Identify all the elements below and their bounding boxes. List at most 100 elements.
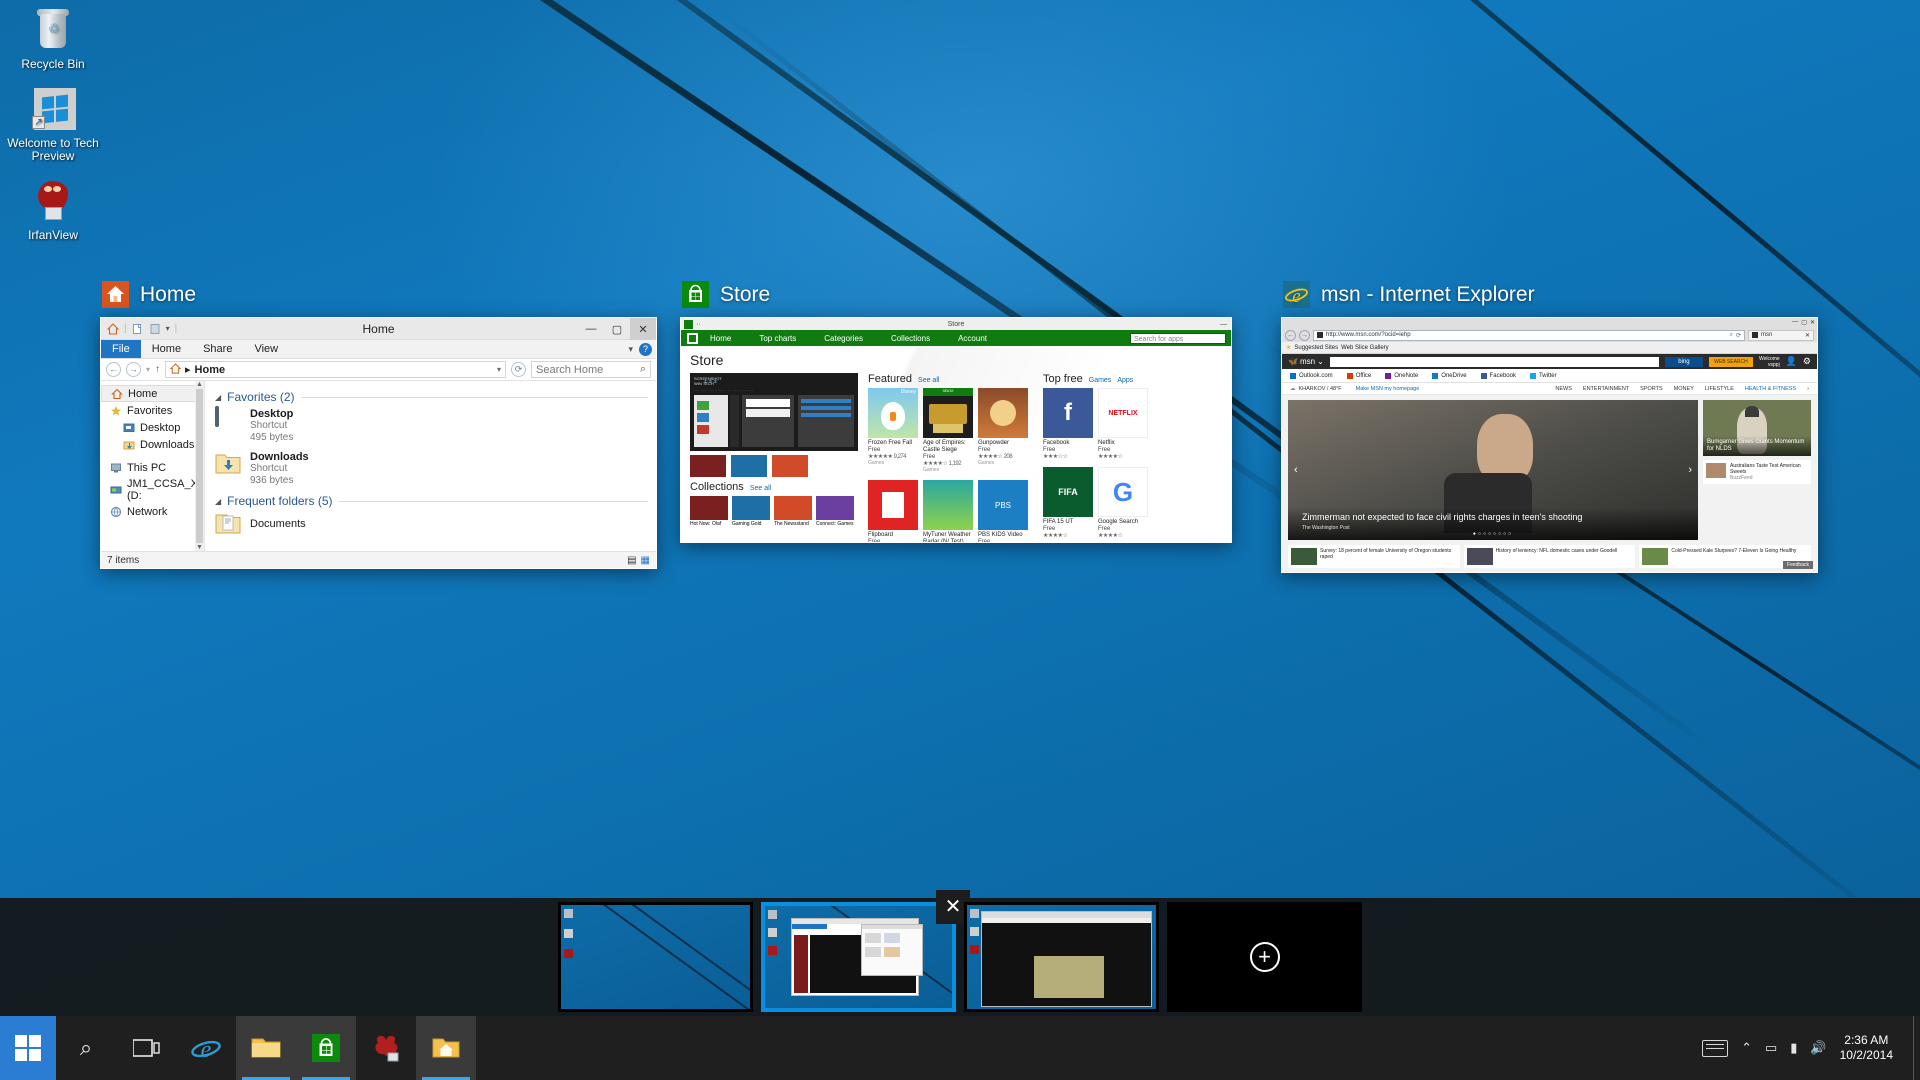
virtual-desktop-2[interactable]: ✕: [761, 902, 956, 1012]
msn-cat-health-fitness[interactable]: HEALTH & FITNESS: [1745, 386, 1796, 392]
msn-homepage-link[interactable]: Make MSN my homepage: [1356, 386, 1420, 392]
up-button[interactable]: ↑: [155, 364, 160, 375]
ribbon-tab-share[interactable]: Share: [192, 340, 243, 358]
carousel-dots[interactable]: ●○○○○○○○: [1473, 531, 1513, 537]
store-app-tile[interactable]: f Facebook Free ★★★☆☆: [1043, 388, 1093, 460]
msn-link-onenote[interactable]: OneNote: [1385, 373, 1418, 379]
store-app-tile[interactable]: Flipboard Free ★★★★☆: [868, 480, 918, 542]
msn-cat-lifestyle[interactable]: LIFESTYLE: [1705, 386, 1734, 392]
msn-side-card[interactable]: Bumgarner Gives Giants Momentum for NLDS: [1703, 400, 1811, 456]
explorer-navigation-pane[interactable]: Home Favorites Desktop Downloads This PC: [101, 381, 205, 551]
show-hidden-icons-icon[interactable]: ⌃: [1741, 1040, 1752, 1056]
store-app-tile[interactable]: G Google Search Free ★★★★☆: [1098, 467, 1148, 539]
path-segment-home[interactable]: Home: [195, 364, 226, 376]
web-search-button[interactable]: WEB SEARCH: [1709, 357, 1753, 367]
store-app-tile[interactable]: Disney Frozen Free Fall Free ★★★★★ 9,274…: [868, 388, 918, 473]
collection-art[interactable]: [816, 496, 854, 520]
msn-search-input[interactable]: [1330, 357, 1659, 367]
address-path-field[interactable]: ▸ Home ▾: [165, 361, 506, 378]
store-nav-collections[interactable]: Collections: [891, 334, 930, 343]
internet-explorer-button[interactable]: e: [176, 1016, 236, 1080]
store-search-input[interactable]: Search for apps: [1130, 333, 1226, 344]
explorer-window-controls[interactable]: — ▢ ✕: [578, 318, 656, 340]
virtual-desktop-3[interactable]: [964, 902, 1159, 1012]
msn-service-links[interactable]: Outlook.com Office OneNote OneDrive Face…: [1282, 369, 1817, 383]
collection-art[interactable]: [690, 496, 728, 520]
scroll-up-icon[interactable]: ▲: [196, 381, 203, 388]
msn-link-facebook[interactable]: Facebook: [1481, 373, 1516, 379]
collection-art[interactable]: [774, 496, 812, 520]
nav-item-drive[interactable]: JM1_CCSA_X6 (D:: [101, 481, 204, 498]
collection-tile-art[interactable]: [772, 455, 808, 477]
favorite-web-slice-gallery[interactable]: Web Slice Gallery: [1341, 345, 1389, 351]
favorite-suggested-sites[interactable]: Suggested Sites: [1294, 345, 1338, 351]
refresh-button[interactable]: ⟳: [511, 362, 526, 377]
ie-navigation-bar[interactable]: ← → http://www.msn.com/?ocid=iehp ⌕ ⟳ ms…: [1282, 328, 1817, 342]
volume-icon[interactable]: 🔊: [1810, 1040, 1826, 1056]
store-nav-home[interactable]: Home: [710, 334, 731, 343]
msn-cat-entertainment[interactable]: ENTERTAINMENT: [1583, 386, 1629, 392]
plus-icon[interactable]: +: [1250, 942, 1280, 972]
explorer-nav-scrollbar[interactable]: ▲ ▼: [195, 381, 204, 551]
msn-side-row[interactable]: Australians Taste Test American Sweets B…: [1703, 460, 1811, 484]
desktop-icon-recycle-bin[interactable]: ♲ Recycle Bin: [6, 6, 100, 71]
store-nav-top-charts[interactable]: Top charts: [759, 334, 796, 343]
group-header-favorites[interactable]: ◢ Favorites (2): [215, 390, 648, 404]
store-app-tile[interactable]: Gunpowder Free ★★★★☆ 208 Games: [978, 388, 1028, 473]
search-button[interactable]: ⌕: [56, 1016, 116, 1080]
store-nav-categories[interactable]: Categories: [824, 334, 863, 343]
store-hero-panel[interactable]: SCREENSHOT WIN TECH ···· ····· ···· ·· ·…: [690, 373, 858, 542]
nav-item-desktop[interactable]: Desktop: [101, 419, 204, 436]
store-app-tile[interactable]: PBS PBS KIDS Video Free ★★★★☆: [978, 480, 1028, 542]
desktop-icon-irfanview[interactable]: IrfanView: [6, 177, 100, 242]
collapse-triangle-icon[interactable]: ◢: [215, 497, 221, 506]
store-button[interactable]: [296, 1016, 356, 1080]
nav-item-downloads[interactable]: Downloads: [101, 436, 204, 453]
favorites-star-icon[interactable]: ★: [1286, 344, 1291, 351]
msn-feedback-button[interactable]: Feedback: [1783, 561, 1813, 569]
desktop-icon-welcome-tech-preview[interactable]: ↗ Welcome to Tech Preview: [6, 85, 100, 163]
explorer-window-thumbnail[interactable]: | ▾ | Home — ▢ ✕ File Home Share View: [100, 317, 657, 569]
file-list-item[interactable]: Downloads Shortcut 936 bytes: [215, 451, 648, 487]
maximize-button[interactable]: ▢: [604, 318, 630, 340]
ie-url-text[interactable]: http://www.msn.com/?ocid=iehp: [1326, 332, 1411, 338]
ie-address-bar[interactable]: http://www.msn.com/?ocid=iehp ⌕ ⟳: [1313, 330, 1745, 341]
msn-logo[interactable]: 🦋 msn ⌄: [1288, 357, 1324, 366]
show-desktop-button[interactable]: [1913, 1016, 1920, 1080]
explorer-address-bar[interactable]: ← → ▾ ↑ ▸ Home ▾ ⟳ Search Home ⌕: [101, 359, 656, 381]
network-icon[interactable]: ▮: [1790, 1040, 1797, 1056]
forward-button[interactable]: →: [1299, 330, 1310, 341]
msn-cat-next-icon[interactable]: ›: [1807, 386, 1809, 392]
nav-item-network[interactable]: Network: [101, 503, 204, 520]
back-button[interactable]: ←: [106, 362, 121, 377]
msn-link-onedrive[interactable]: OneDrive: [1432, 373, 1466, 379]
account-avatar-icon[interactable]: 👤: [1786, 356, 1797, 367]
action-center-icon[interactable]: ▭: [1765, 1040, 1777, 1056]
store-nav-account[interactable]: Account: [958, 334, 987, 343]
address-dropdown-icon[interactable]: ▾: [497, 365, 501, 374]
ie-window-thumbnail[interactable]: — ▢ ✕ ← → http://www.msn.com/?ocid=iehp …: [1281, 317, 1818, 573]
back-button[interactable]: ←: [1285, 330, 1296, 341]
explorer-view-buttons[interactable]: ▤ ▦: [627, 555, 650, 566]
explorer-window-button[interactable]: [416, 1016, 476, 1080]
ribbon-tab-home[interactable]: Home: [141, 340, 192, 358]
collection-art[interactable]: [732, 496, 770, 520]
msn-bottom-item[interactable]: History of leniency: NFL domestic cases …: [1464, 545, 1636, 568]
ie-favorites-bar[interactable]: ★ Suggested Sites Web Slice Gallery: [1282, 342, 1817, 354]
taskview-window-ie[interactable]: e msn - Internet Explorer — ▢ ✕ ← → http…: [1281, 281, 1818, 573]
ie-window-controls[interactable]: — ▢ ✕: [1792, 319, 1815, 326]
ie-tab[interactable]: msn ✕: [1748, 330, 1814, 341]
large-icons-view-icon[interactable]: ▦: [641, 555, 650, 566]
msn-cat-news[interactable]: NEWS: [1555, 386, 1572, 392]
ribbon-collapse-icon[interactable]: ▾: [628, 344, 633, 355]
nav-item-this-pc[interactable]: This PC: [101, 459, 204, 476]
msn-link-office[interactable]: Office: [1347, 373, 1372, 379]
store-app-tile[interactable]: NETFLIX Netflix Free ★★★★☆: [1098, 388, 1148, 460]
close-tab-icon[interactable]: ✕: [1805, 332, 1810, 339]
virtual-desktop-1[interactable]: [558, 902, 753, 1012]
forward-button[interactable]: →: [126, 362, 141, 377]
gear-icon[interactable]: ⚙: [1803, 356, 1811, 367]
msn-user-info[interactable]: Welcome vsppj: [1759, 356, 1780, 368]
irfanview-button[interactable]: [356, 1016, 416, 1080]
collection-tile-art[interactable]: [690, 455, 726, 477]
